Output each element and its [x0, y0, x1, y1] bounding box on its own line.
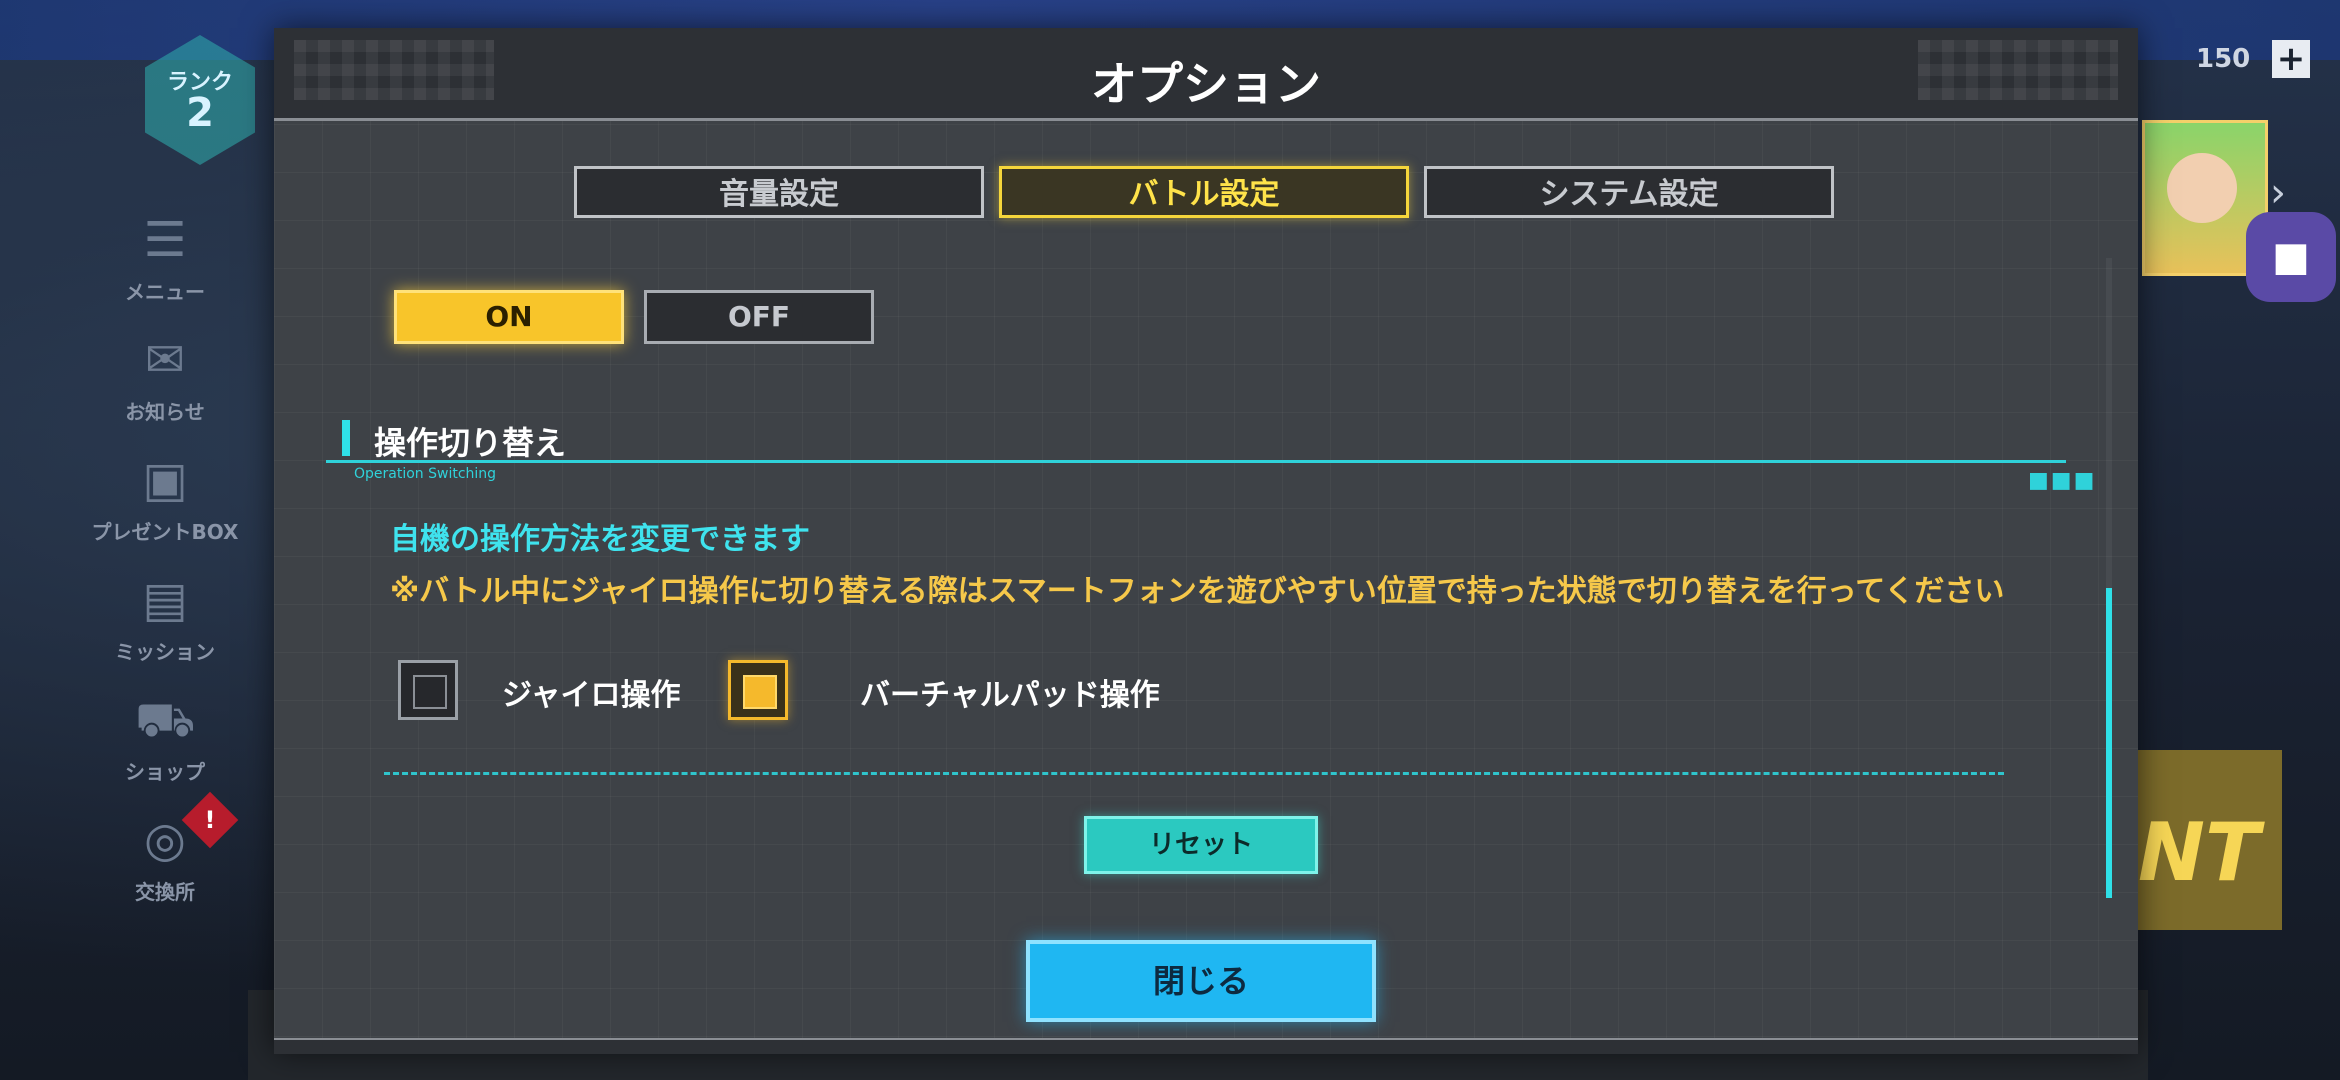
dialog-title: オプション [1091, 57, 1321, 111]
checkbox-square-icon [413, 675, 447, 709]
scrollbar-thumb[interactable] [2106, 588, 2112, 898]
side-item-label: プレゼントBOX [91, 520, 239, 544]
toggle-off-button[interactable]: OFF [644, 290, 874, 344]
side-item-label: ショップ [125, 760, 205, 784]
character-portrait [2167, 153, 2237, 223]
menu-icon: ☰ [143, 212, 187, 268]
side-item-shop[interactable]: ⛟ ショップ [80, 690, 250, 810]
rank-badge[interactable]: ランク 2 [120, 30, 280, 180]
alert-icon: ! [204, 806, 216, 834]
tab-volume-settings[interactable]: 音量設定 [574, 166, 984, 218]
tab-system-settings[interactable]: システム設定 [1424, 166, 1834, 218]
chevron-right-icon[interactable]: › [2270, 170, 2286, 216]
side-item-label: 交換所 [135, 880, 195, 904]
record-button[interactable]: ■ [2246, 212, 2336, 302]
event-banner-text: NT [2138, 806, 2260, 899]
virtual-pad-label[interactable]: バーチャルパッド操作 [860, 670, 1160, 714]
section-description: 自機の操作方法を変更できます [390, 522, 810, 557]
side-item-label: お知らせ [125, 400, 205, 424]
section-title: 操作切り替え [374, 424, 567, 462]
dialog-footer [274, 1038, 2138, 1054]
section-subtitle: Operation Switching [354, 466, 497, 482]
section-marker [342, 420, 350, 456]
section-dots-decoration: ■■■ [2028, 468, 2097, 493]
side-menu: ☰ メニュー ✉ お知らせ ▣ プレゼントBOX ▤ ミッション ⛟ ショップ … [80, 210, 250, 930]
mail-icon: ✉ [144, 332, 186, 388]
side-item-present-box[interactable]: ▣ プレゼントBOX [80, 450, 250, 570]
section-divider [326, 460, 2066, 463]
gyro-control-checkbox[interactable] [398, 660, 458, 720]
alert-badge: ! [181, 791, 239, 849]
options-dialog: オプション 音量設定 バトル設定 システム設定 ON OFF 操作切り替え Op… [274, 28, 2138, 1054]
gyro-control-label[interactable]: ジャイロ操作 [502, 670, 681, 714]
clipboard-icon: ▤ [142, 572, 188, 628]
dashed-divider [384, 772, 2004, 775]
side-item-label: ミッション [115, 640, 215, 664]
side-item-mission[interactable]: ▤ ミッション [80, 570, 250, 690]
tab-battle-settings[interactable]: バトル設定 [999, 166, 1409, 218]
gift-icon: ▣ [142, 452, 188, 508]
side-item-news[interactable]: ✉ お知らせ [80, 330, 250, 450]
event-banner[interactable]: NT [2138, 750, 2282, 930]
checkbox-checked-icon [743, 675, 777, 709]
gyro-warning-text: ※バトル中にジャイロ操作に切り替える際はスマートフォンを遊びやすい位置で持った状… [390, 574, 2005, 609]
reset-button[interactable]: リセット [1084, 816, 1318, 874]
toggle-on-button[interactable]: ON [394, 290, 624, 344]
side-item-menu[interactable]: ☰ メニュー [80, 210, 250, 330]
video-camera-icon: ■ [2272, 234, 2310, 280]
virtual-pad-checkbox[interactable] [728, 660, 788, 720]
cart-icon: ⛟ [135, 692, 196, 748]
settings-tabs: 音量設定 バトル設定 システム設定 [574, 166, 1838, 222]
close-button[interactable]: 閉じる [1026, 940, 1376, 1022]
rank-value: 2 [186, 90, 214, 136]
side-item-label: メニュー [125, 280, 205, 304]
add-currency-button[interactable]: + [2272, 40, 2310, 78]
dialog-header: オプション [274, 28, 2138, 121]
currency-amount: 150 [2196, 44, 2251, 74]
side-item-exchange[interactable]: ◎ 交換所 ! [80, 791, 250, 930]
